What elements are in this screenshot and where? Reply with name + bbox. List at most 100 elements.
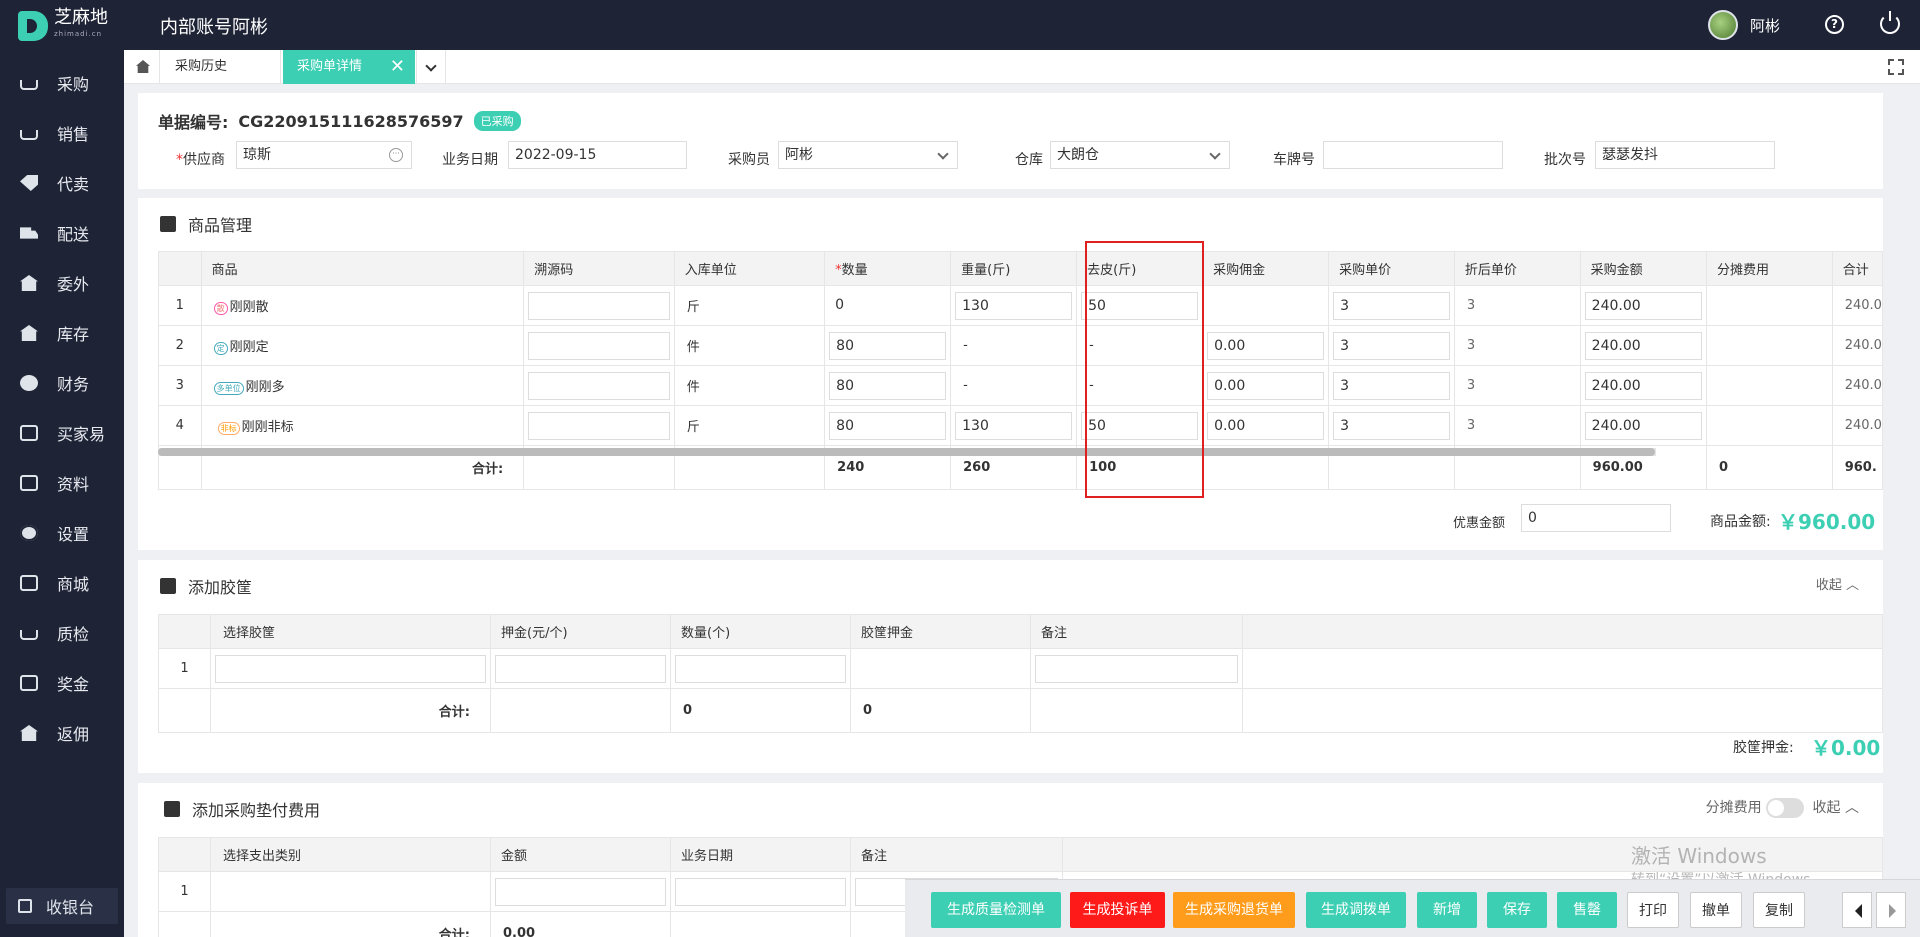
generate-complaint-button[interactable]: 生成投诉单 — [1070, 892, 1165, 928]
crate-card: 添加胶筐 收起 ︿ 选择胶筐 押金(元/个) 数量(个) 胶筐押金 备注 1 合… — [138, 560, 1883, 773]
sidebar-item-data[interactable]: 资料 — [0, 458, 124, 508]
sidebar-item-label: 奖金 — [57, 675, 90, 694]
tare-input[interactable]: 50 — [1081, 411, 1199, 440]
column-header: 选择胶筐 — [210, 614, 491, 649]
tab-purchase-detail[interactable]: 采购单详情 ✕ — [283, 50, 415, 84]
basket-icon — [160, 216, 176, 232]
buyer-select[interactable]: 阿彬 — [778, 141, 958, 169]
sidebar-item-settings[interactable]: 设置 — [0, 508, 124, 558]
share-fee-toggle[interactable] — [1766, 798, 1805, 818]
sidebar-item-mall[interactable]: 商城 — [0, 558, 124, 608]
sidebar-item-finance[interactable]: 财务 — [0, 358, 124, 408]
sidebar-item-consign[interactable]: 代卖 — [0, 158, 124, 208]
table-horizontal-scrollbar[interactable] — [158, 448, 1656, 456]
help-icon[interactable]: ? — [1825, 15, 1844, 34]
crate-note-input[interactable] — [1035, 654, 1238, 683]
print-button[interactable]: 打印 — [1627, 892, 1679, 928]
tab-purchase-history[interactable]: 采购历史 — [161, 50, 281, 84]
quantity-input[interactable]: 0 — [829, 292, 946, 320]
revoke-button[interactable]: 撤单 — [1690, 892, 1742, 928]
sidebar-item-purchase[interactable]: 采购 — [0, 58, 124, 108]
trace-code-input[interactable] — [528, 291, 670, 320]
date-field[interactable]: 2022-09-15 — [508, 141, 687, 169]
commission-input[interactable]: 0.00 — [1207, 331, 1325, 360]
tare-input[interactable]: 50 — [1081, 291, 1199, 320]
prev-record-icon[interactable] — [1842, 892, 1872, 928]
home-icon[interactable] — [124, 50, 160, 84]
discount-input[interactable]: 0 — [1521, 504, 1671, 532]
app-logo[interactable]: 芝麻地 zhimadi.cn — [18, 9, 108, 42]
fee-section-title: 添加采购垫付费用 — [164, 797, 320, 821]
crate-quantity-input[interactable] — [675, 654, 846, 683]
sidebar-item-rebate[interactable]: 返佣 — [0, 708, 124, 758]
price-input[interactable]: 3 — [1333, 371, 1450, 400]
amount-input[interactable]: 240.00 — [1584, 411, 1702, 440]
amount-input[interactable]: 240.00 — [1584, 371, 1702, 400]
sidebar-item-label: 返佣 — [57, 725, 90, 744]
price-input[interactable]: 3 — [1333, 331, 1450, 360]
generate-transfer-button[interactable]: 生成调拨单 — [1306, 892, 1406, 928]
plate-field[interactable] — [1323, 141, 1503, 169]
column-header: 押金(元/个) — [490, 614, 671, 649]
sidebar-item-bonus[interactable]: 奖金 — [0, 658, 124, 708]
product-name: 刚刚定 — [229, 340, 269, 355]
crate-collapse-button[interactable]: 收起 ︿ — [1816, 574, 1859, 593]
tab-label: 采购历史 — [175, 59, 228, 74]
store-icon — [20, 675, 38, 691]
sidebar-item-inventory[interactable]: 库存 — [0, 308, 124, 358]
crate-section-title: 添加胶筐 — [160, 574, 252, 598]
order-header-card: 单据编号: CG220915111628576597 已采购 供应商 琼斯···… — [138, 93, 1883, 189]
crate-select[interactable] — [215, 654, 486, 683]
tabs-dropdown[interactable] — [416, 50, 446, 84]
logo-mark-icon — [18, 11, 48, 41]
trace-code-input[interactable] — [528, 331, 670, 360]
product-name: 刚刚散 — [229, 300, 269, 315]
trace-code-input[interactable] — [528, 371, 670, 400]
supplier-field[interactable]: 琼斯 ··· — [236, 141, 412, 169]
warehouse-select[interactable]: 大朗仓 — [1050, 141, 1230, 169]
add-button[interactable]: 新增 — [1417, 892, 1477, 928]
sidebar-item-quality[interactable]: 质检 — [0, 608, 124, 658]
amount-input[interactable]: 240.00 — [1584, 331, 1702, 360]
fee-date-input[interactable] — [675, 877, 846, 906]
fee-amount-input[interactable] — [495, 877, 666, 906]
sold-out-button[interactable]: 售罄 — [1557, 892, 1617, 928]
cashier-button[interactable]: 收银台 — [6, 888, 118, 924]
coin-icon — [20, 375, 38, 391]
deposit-per-unit-input[interactable] — [495, 654, 666, 683]
save-button[interactable]: 保存 — [1487, 892, 1547, 928]
tag-icon — [20, 175, 38, 191]
price-input[interactable]: 3 — [1333, 411, 1450, 440]
sidebar-item-label: 质检 — [57, 625, 90, 644]
quantity-input[interactable]: 80 — [829, 411, 947, 440]
fullscreen-icon[interactable] — [1888, 59, 1904, 75]
quantity-input[interactable]: 80 — [829, 331, 947, 360]
commission-input[interactable]: 0.00 — [1207, 371, 1325, 400]
quantity-input[interactable]: 80 — [829, 371, 947, 400]
power-icon[interactable] — [1880, 11, 1900, 34]
weight-input[interactable]: 130 — [955, 411, 1073, 440]
more-icon[interactable]: ··· — [389, 148, 403, 162]
sidebar-item-label: 委外 — [57, 275, 90, 294]
sidebar-item-buyer[interactable]: 买家易 — [0, 408, 124, 458]
sidebar-item-label: 买家易 — [57, 425, 106, 444]
generate-return-button[interactable]: 生成采购退货单 — [1173, 892, 1295, 928]
weight-input[interactable]: 130 — [955, 291, 1073, 320]
amount-input[interactable]: 240.00 — [1584, 291, 1702, 320]
next-record-icon[interactable] — [1876, 892, 1906, 928]
fee-collapse-button[interactable]: 收起 — [1813, 800, 1841, 816]
sidebar-item-outsource[interactable]: 委外 — [0, 258, 124, 308]
copy-button[interactable]: 复制 — [1753, 892, 1805, 928]
column-header: 数量 — [824, 251, 952, 286]
commission-input[interactable]: 0.00 — [1207, 411, 1325, 440]
database-icon — [20, 475, 38, 491]
generate-quality-report-button[interactable]: 生成质量检测单 — [931, 892, 1061, 928]
close-icon[interactable]: ✕ — [390, 50, 405, 84]
batch-field[interactable]: 瑟瑟发抖 — [1595, 141, 1775, 169]
sidebar-item-delivery[interactable]: 配送 — [0, 208, 124, 258]
trace-code-input[interactable] — [528, 411, 670, 440]
price-input[interactable]: 3 — [1333, 291, 1450, 320]
user-menu[interactable]: 阿彬 — [1707, 10, 1780, 40]
sidebar-item-sales[interactable]: 销售 — [0, 108, 124, 158]
box-icon — [160, 578, 176, 594]
